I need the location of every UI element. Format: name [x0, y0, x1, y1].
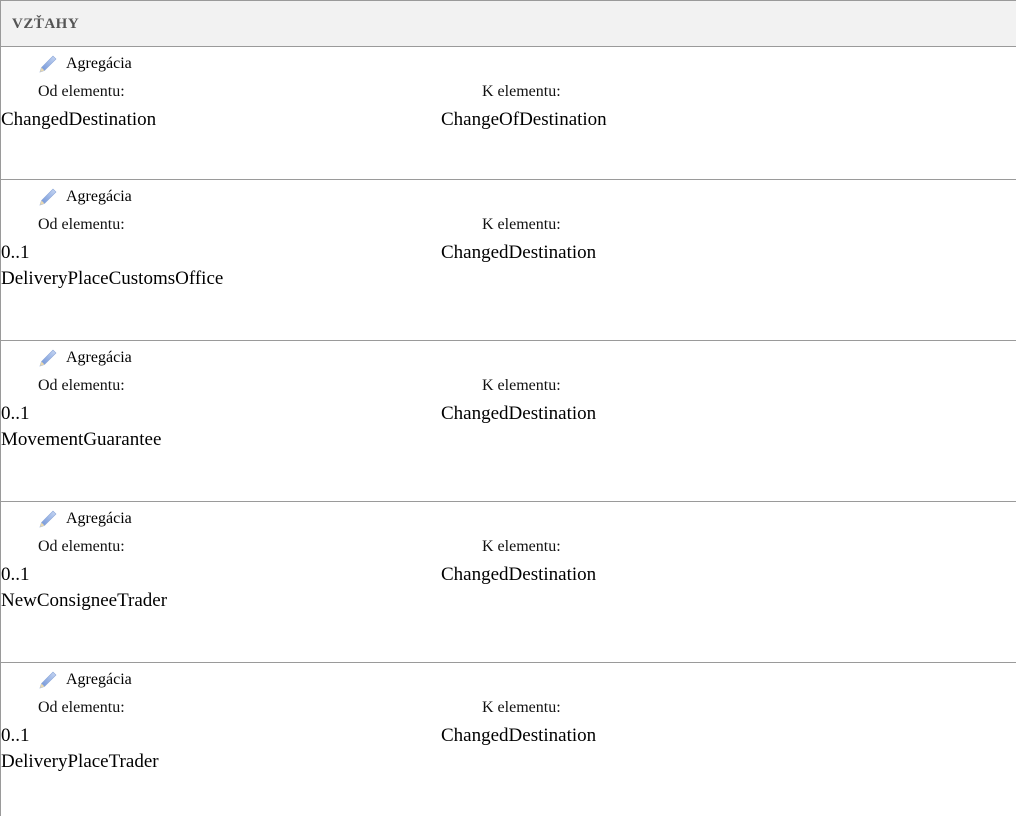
from-element-value: ChangedDestination: [1, 107, 156, 133]
from-element-value: 0..1 MovementGuarantee: [1, 401, 161, 453]
to-element-label: K elementu:: [482, 699, 561, 716]
relation-type-label: Agregácia: [66, 349, 132, 366]
from-element-name: MovementGuarantee: [1, 429, 162, 450]
from-multiplicity: 0..1: [1, 564, 30, 585]
to-element-value: ChangedDestination: [441, 725, 597, 746]
relation-type: Agregácia: [38, 509, 132, 529]
pencil-icon: [39, 55, 57, 73]
to-element-value: ChangeOfDestination: [441, 109, 607, 130]
from-element-label: Od elementu:: [38, 216, 125, 233]
to-element-label: K elementu:: [482, 538, 561, 555]
from-element-label: Od elementu:: [38, 699, 125, 716]
from-element-name: ChangedDestination: [1, 109, 157, 130]
relation-type-label: Agregácia: [66, 510, 132, 527]
relation-item: Agregácia Od elementu: K elementu: 0..1 …: [1, 502, 1016, 663]
pencil-icon: [39, 188, 57, 206]
relation-item: Agregácia Od elementu: K elementu: 0..1 …: [1, 663, 1016, 816]
relation-type-label: Agregácia: [66, 188, 132, 205]
to-element-value: ChangedDestination: [441, 564, 597, 585]
to-element-label: K elementu:: [482, 377, 561, 394]
relation-type-label: Agregácia: [66, 55, 132, 72]
to-element-label: K elementu:: [482, 216, 561, 233]
from-element-value: 0..1 NewConsigneeTrader: [1, 562, 167, 614]
pencil-icon: [39, 671, 57, 689]
relation-item: Agregácia Od elementu: K elementu: Chang…: [1, 47, 1016, 180]
from-element-value: 0..1 DeliveryPlaceTrader: [1, 723, 159, 775]
relation-item: Agregácia Od elementu: K elementu: 0..1 …: [1, 180, 1016, 341]
to-element-label: K elementu:: [482, 83, 561, 100]
from-element-label: Od elementu:: [38, 83, 125, 100]
pencil-icon: [39, 510, 57, 528]
section-header: VZŤAHY: [1, 0, 1016, 47]
relations-page: VZŤAHY Agregácia Od elementu: K elementu…: [0, 0, 1016, 816]
pencil-icon: [39, 349, 57, 367]
relation-type-label: Agregácia: [66, 671, 132, 688]
section-title: VZŤAHY: [12, 16, 80, 32]
from-element-name: DeliveryPlaceTrader: [1, 751, 159, 772]
from-multiplicity: 0..1: [1, 403, 30, 424]
to-element-value: ChangedDestination: [441, 403, 597, 424]
from-element-label: Od elementu:: [38, 377, 125, 394]
relation-type: Agregácia: [38, 187, 132, 207]
from-element-label: Od elementu:: [38, 538, 125, 555]
from-multiplicity: 0..1: [1, 725, 30, 746]
to-element-value: ChangedDestination: [441, 242, 597, 263]
from-element-name: NewConsigneeTrader: [1, 590, 168, 611]
from-multiplicity: 0..1: [1, 242, 30, 263]
relation-item: Agregácia Od elementu: K elementu: 0..1 …: [1, 341, 1016, 502]
relation-type: Agregácia: [38, 54, 132, 74]
from-element-value: 0..1 DeliveryPlaceCustomsOffice: [1, 240, 223, 292]
from-element-name: DeliveryPlaceCustomsOffice: [1, 268, 224, 289]
relation-type: Agregácia: [38, 348, 132, 368]
relation-type: Agregácia: [38, 670, 132, 690]
